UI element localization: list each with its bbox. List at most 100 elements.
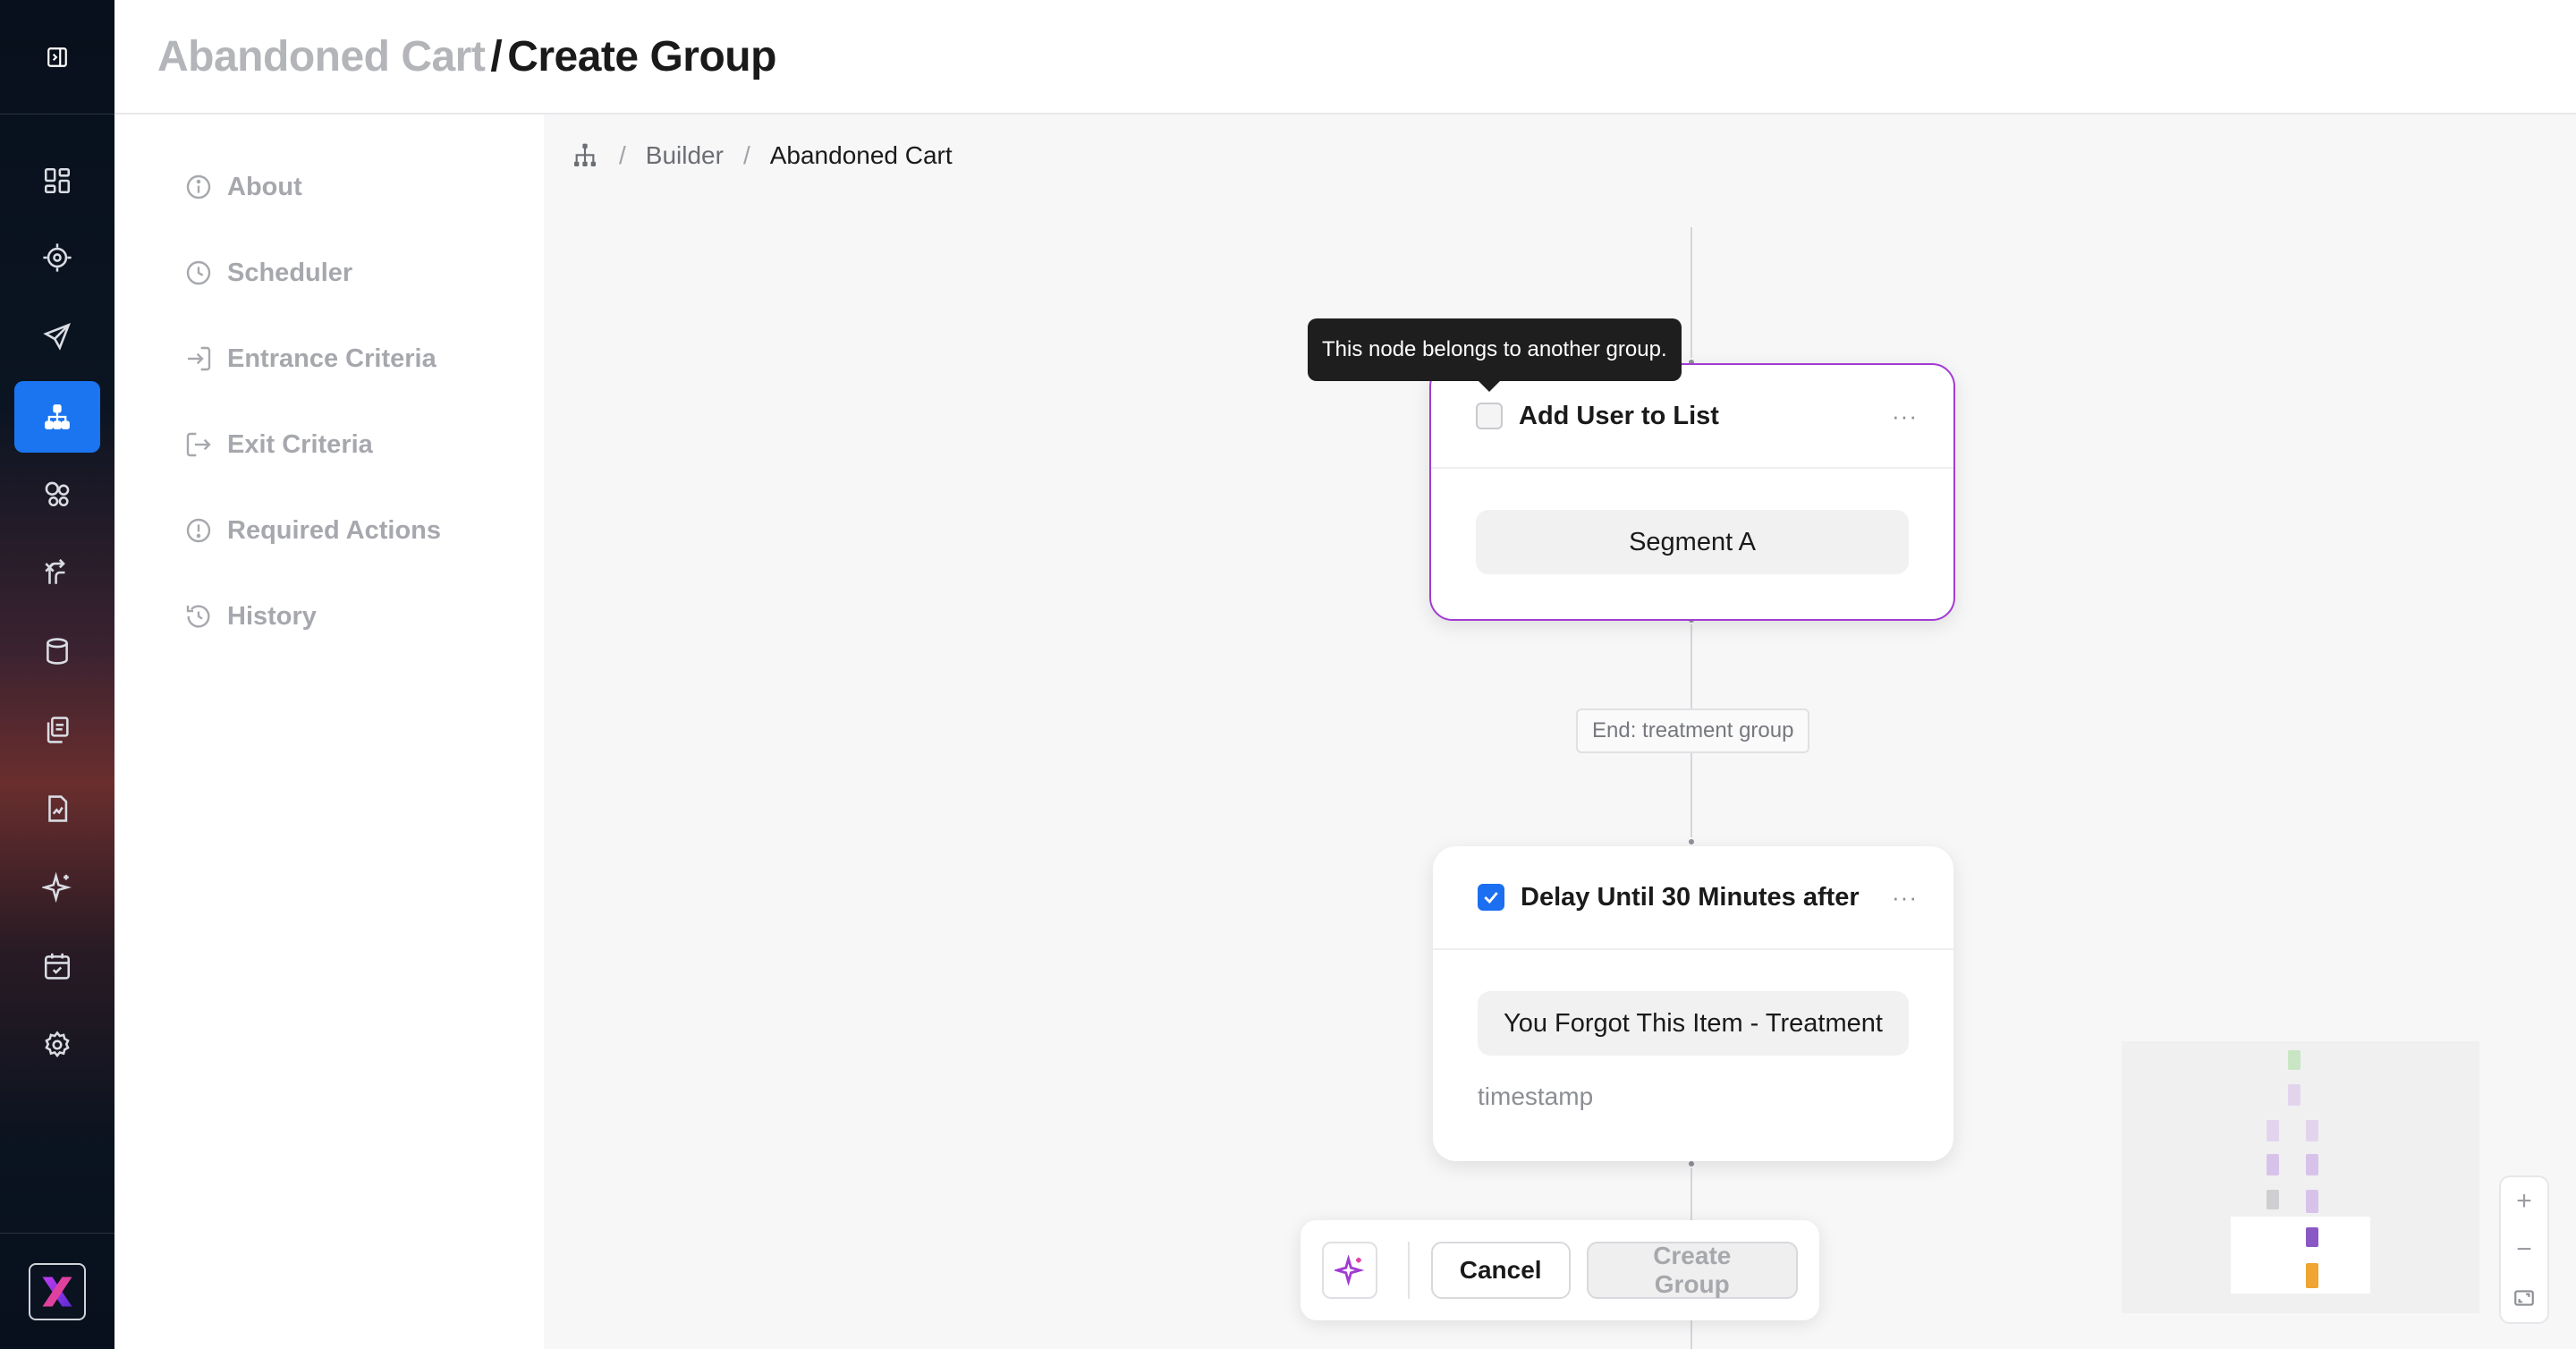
sidenav-item-history[interactable]: History — [184, 594, 317, 639]
rail-item-templates[interactable] — [14, 694, 100, 766]
rail-footer — [0, 1233, 114, 1349]
cancel-button[interactable]: Cancel — [1430, 1242, 1571, 1299]
exit-icon — [186, 432, 211, 457]
edge-label: End: treatment group — [1576, 708, 1810, 753]
node-subtext: timestamp — [1478, 1082, 1594, 1110]
rail-item-journey-builder[interactable] — [14, 381, 100, 453]
rail-item-segments[interactable] — [14, 458, 100, 530]
page-title: Abandoned Cart / Create Group — [157, 32, 776, 81]
clock-icon — [186, 260, 211, 285]
node-select-checkbox[interactable] — [1476, 403, 1503, 429]
rail-collapse-toggle[interactable] — [0, 0, 114, 115]
minimap-node — [2306, 1190, 2318, 1213]
brand-logo[interactable] — [29, 1262, 86, 1320]
divider — [1407, 1242, 1410, 1299]
rail-item-dashboard[interactable] — [14, 145, 100, 216]
reports-icon — [48, 795, 68, 822]
sidenav-label-required-actions: Required Actions — [227, 515, 442, 545]
breadcrumb-separator: / — [742, 141, 750, 169]
rail-item-calendar[interactable] — [14, 930, 100, 1002]
ai-sparkle-icon — [42, 872, 72, 903]
minimap-node — [2306, 1154, 2318, 1175]
page-header: Abandoned Cart / Create Group — [114, 0, 2576, 115]
minimap-viewport[interactable] — [2231, 1217, 2370, 1294]
create-group-button[interactable]: Create Group — [1586, 1242, 1798, 1299]
flow-node-delay[interactable]: Delay Until 30 Minutes after ··· You For… — [1433, 846, 1953, 1161]
zoom-out-button[interactable]: − — [2501, 1227, 2547, 1272]
sidenav-item-required-actions[interactable]: Required Actions — [184, 508, 441, 553]
title-current: Create Group — [507, 32, 776, 81]
routing-icon — [45, 558, 65, 584]
settings-icon — [45, 1031, 70, 1058]
node-value-pill: You Forgot This Item - Treatment — [1478, 991, 1909, 1056]
check-icon — [1484, 892, 1498, 904]
node-header: Delay Until 30 Minutes after ··· — [1433, 846, 1953, 950]
breadcrumb-builder[interactable]: Builder — [646, 141, 724, 170]
title-parent-link[interactable]: Abandoned Cart — [157, 33, 486, 81]
sidenav-label-scheduler: Scheduler — [227, 258, 353, 287]
enter-icon — [188, 346, 211, 371]
app-rail — [0, 0, 114, 1349]
group-action-bar: Cancel Create Group — [1301, 1220, 1819, 1320]
minimap-node — [2306, 1263, 2318, 1288]
node-title: Add User to List — [1519, 401, 1719, 430]
fit-view-button[interactable] — [2501, 1276, 2547, 1320]
settings-sidenav: About Scheduler Entrance Criteria Exit C… — [114, 115, 544, 1349]
minimap-node — [2267, 1120, 2279, 1141]
node-select-checkbox[interactable] — [1478, 884, 1504, 911]
target-icon — [43, 243, 72, 272]
tooltip: This node belongs to another group. — [1308, 318, 1682, 392]
ai-assist-button[interactable] — [1322, 1242, 1377, 1299]
node-handle[interactable] — [1687, 837, 1696, 846]
flow-canvas[interactable]: / Builder / Abandoned Cart Add User to L… — [544, 115, 2576, 1349]
rail-item-target[interactable] — [14, 222, 100, 293]
rail-item-reports[interactable] — [14, 773, 100, 844]
more-options-icon[interactable]: ··· — [1892, 403, 1918, 430]
zoom-in-button[interactable]: + — [2501, 1179, 2547, 1224]
rail-item-settings[interactable] — [14, 1009, 100, 1081]
sidenav-label-about: About — [227, 172, 302, 201]
sidenav-item-about[interactable]: About — [184, 165, 302, 209]
segments-icon — [45, 481, 70, 507]
dashboard-icon — [44, 167, 71, 194]
more-options-icon[interactable]: ··· — [1892, 884, 1918, 912]
minimap-node — [2267, 1154, 2279, 1175]
minimap-node — [2267, 1190, 2279, 1209]
templates-icon — [47, 717, 69, 743]
rail-item-send[interactable] — [14, 301, 100, 372]
fit-view-icon — [2514, 1290, 2534, 1306]
sidenav-item-exit-criteria[interactable]: Exit Criteria — [184, 422, 373, 467]
rail-item-database[interactable] — [14, 615, 100, 687]
breadcrumb-separator: / — [619, 141, 626, 169]
minimap-node — [2306, 1227, 2318, 1247]
sidenav-item-entrance-criteria[interactable]: Entrance Criteria — [184, 336, 436, 381]
send-icon — [43, 323, 71, 351]
breadcrumb-current: Abandoned Cart — [769, 141, 953, 169]
brand-x-icon — [42, 1277, 72, 1306]
sidenav-label-exit-criteria: Exit Criteria — [227, 429, 373, 459]
history-icon — [186, 605, 210, 628]
sidenav-label-entrance-criteria: Entrance Criteria — [227, 344, 436, 373]
rail-item-routing[interactable] — [14, 537, 100, 608]
flow-node-add-user-to-list[interactable]: Add User to List ··· Segment A — [1429, 363, 1955, 621]
edge-line — [1690, 227, 1692, 361]
minimap-node — [2288, 1084, 2301, 1106]
database-icon — [47, 638, 68, 665]
minimap[interactable] — [2122, 1041, 2479, 1313]
collapse-sidebar-icon — [47, 47, 67, 67]
title-separator: / — [490, 32, 503, 81]
info-icon — [186, 174, 211, 199]
ai-sparkle-icon — [1334, 1255, 1365, 1285]
rail-item-ai[interactable] — [14, 852, 100, 923]
journey-builder-icon — [45, 404, 70, 429]
breadcrumb: / Builder / Abandoned Cart — [571, 141, 953, 170]
alert-icon — [186, 518, 211, 543]
minimap-node — [2288, 1050, 2301, 1070]
calendar-icon — [44, 953, 71, 980]
sidenav-item-scheduler[interactable]: Scheduler — [184, 250, 352, 295]
minimap-node — [2306, 1120, 2318, 1141]
node-title: Delay Until 30 Minutes after — [1521, 882, 1860, 912]
zoom-controls: + − — [2499, 1175, 2549, 1324]
node-value-pill: Segment A — [1476, 510, 1909, 574]
sidenav-label-history: History — [227, 601, 317, 631]
